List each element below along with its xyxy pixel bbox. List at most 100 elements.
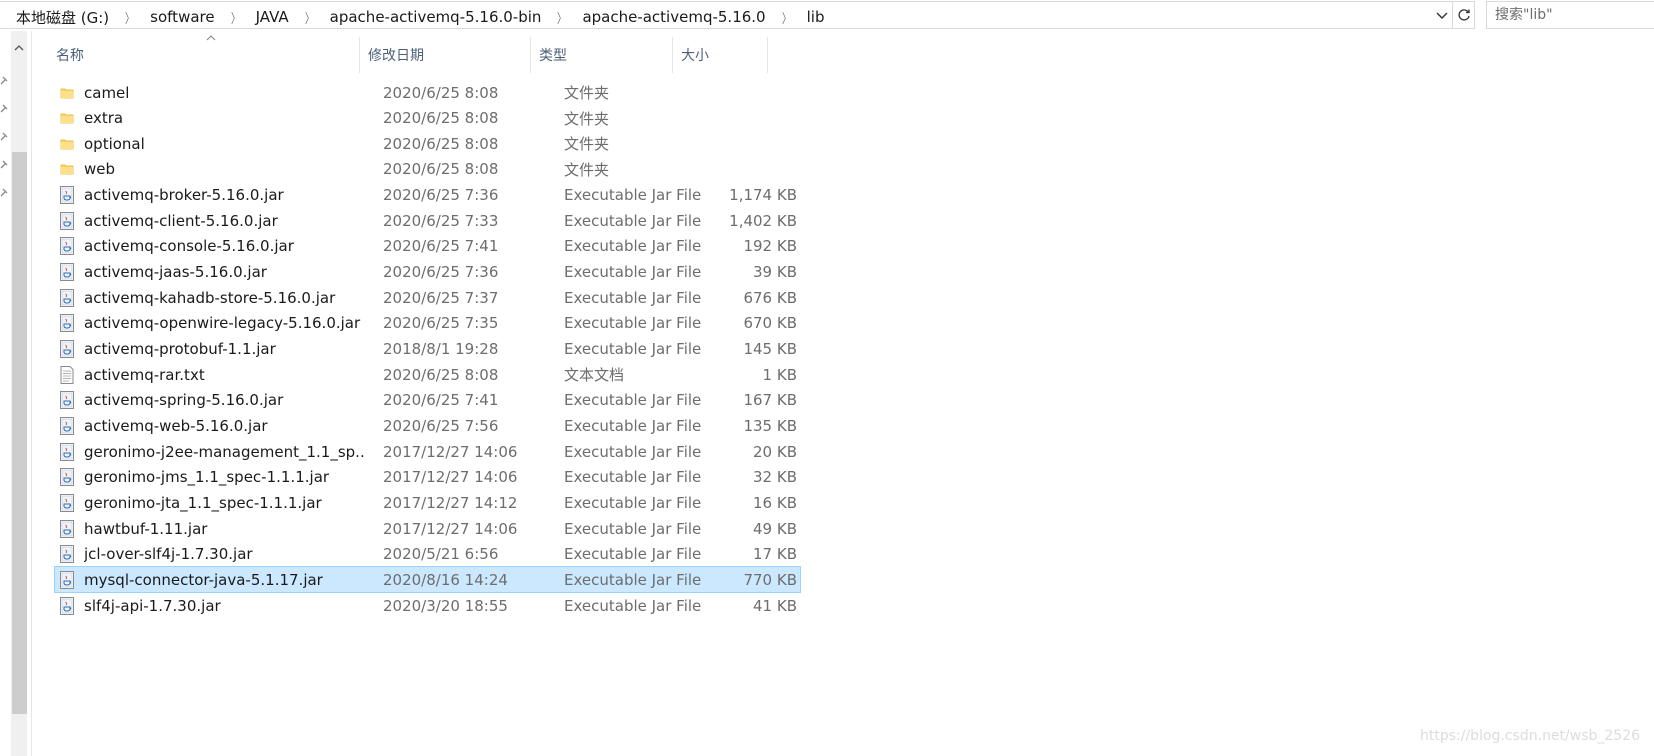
file-row-selected[interactable]: mysql-connector-java-5.1.17.jar 2020/8/16… — [54, 566, 801, 594]
file-row[interactable]: jcl-over-slf4j-1.7.30.jar 2020/5/21 6:56 E… — [54, 541, 801, 568]
file-name: activemq-client-5.16.0.jar — [84, 211, 278, 230]
breadcrumb-java[interactable]: JAVA — [256, 8, 289, 26]
breadcrumb-activemq[interactable]: apache-activemq-5.16.0 — [582, 8, 765, 26]
breadcrumb-drive[interactable]: 本地磁盘 (G:) — [16, 7, 109, 28]
jar-file-icon — [58, 413, 76, 438]
jar-file-icon — [58, 260, 76, 285]
file-size: 1 KB — [762, 365, 797, 384]
file-modified-date: 2020/6/25 7:41 — [383, 237, 499, 256]
file-row[interactable]: geronimo-jms_1.1_spec-1.1.1.jar 2017/12/2… — [54, 464, 801, 491]
file-modified-date: 2020/3/20 18:55 — [383, 596, 508, 615]
file-row[interactable]: activemq-rar.txt 2020/6/25 8:08 文本文档 1 KB — [54, 361, 801, 388]
file-name: activemq-kahadb-store-5.16.0.jar — [84, 288, 336, 307]
file-row[interactable]: activemq-web-5.16.0.jar 2020/6/25 7:56 Exe… — [54, 412, 801, 439]
file-row[interactable]: slf4j-api-1.7.30.jar 2020/3/20 18:55 Execu… — [54, 592, 801, 619]
file-row[interactable]: activemq-console-5.16.0.jar 2020/6/25 7:4… — [54, 233, 801, 260]
file-type: 文件夹 — [564, 84, 610, 102]
file-size: 20 KB — [753, 442, 797, 461]
navigation-scrollbar-thumb[interactable] — [12, 152, 27, 714]
file-name: optional — [84, 134, 145, 153]
refresh-button[interactable] — [1453, 1, 1475, 29]
breadcrumb-software[interactable]: software — [150, 8, 214, 26]
breadcrumb-separator-icon[interactable]: 〉 — [305, 8, 314, 27]
file-name: extra — [84, 109, 124, 128]
file-type: 文件夹 — [564, 135, 610, 154]
column-header-date[interactable]: 修改日期 — [360, 37, 531, 73]
file-size: 32 KB — [753, 468, 797, 487]
file-size: 41 KB — [753, 596, 797, 615]
file-row[interactable]: hawtbuf-1.11.jar 2017/12/27 14:06 Executab… — [54, 515, 801, 542]
file-type: Executable Jar File — [564, 211, 702, 230]
file-size: 670 KB — [743, 314, 797, 333]
file-name: activemq-openwire-legacy-5.16.0.jar — [84, 314, 361, 333]
file-row[interactable]: web 2020/6/25 8:08 文件夹 — [54, 156, 801, 183]
file-type: Executable Jar File — [564, 186, 702, 205]
address-history-dropdown[interactable] — [1433, 6, 1451, 26]
file-row[interactable]: geronimo-j2ee-management_1.1_sp... 2017/1… — [54, 438, 801, 465]
file-row[interactable]: activemq-broker-5.16.0.jar 2020/6/25 7:36… — [54, 182, 801, 209]
search-box[interactable] — [1486, 1, 1654, 29]
watermark: https://blog.csdn.net/wsb_2526 — [1420, 728, 1641, 744]
file-type: Executable Jar File — [564, 391, 702, 410]
file-modified-date: 2017/12/27 14:06 — [383, 519, 518, 538]
scroll-up-button[interactable] — [11, 40, 27, 54]
file-row[interactable]: activemq-protobuf-1.1.jar 2018/8/1 19:28 E… — [54, 336, 801, 363]
column-header-type[interactable]: 类型 — [531, 37, 673, 73]
file-modified-date: 2020/6/25 7:56 — [383, 416, 499, 435]
file-name: mysql-connector-java-5.1.17.jar — [84, 570, 323, 589]
file-type: Executable Jar File — [564, 288, 702, 307]
file-name: activemq-protobuf-1.1.jar — [84, 340, 276, 358]
file-type: 文件夹 — [564, 109, 610, 128]
pane-divider — [31, 31, 32, 756]
file-row[interactable]: activemq-client-5.16.0.jar 2020/6/25 7:33… — [54, 207, 801, 234]
file-type: Executable Jar File — [564, 263, 702, 282]
file-size: 16 KB — [753, 493, 797, 512]
file-name: activemq-spring-5.16.0.jar — [84, 391, 284, 410]
file-row[interactable]: activemq-spring-5.16.0.jar 2020/6/25 7:41… — [54, 387, 801, 414]
file-modified-date: 2020/6/25 8:08 — [383, 160, 499, 179]
pin-icon — [0, 104, 8, 113]
breadcrumb-separator-icon[interactable]: 〉 — [125, 8, 134, 27]
folder-icon — [58, 106, 76, 131]
breadcrumb: 本地磁盘 (G:) 〉 software 〉 JAVA 〉 apache-act… — [16, 6, 824, 28]
file-size: 676 KB — [743, 288, 797, 307]
chevron-up-icon — [14, 44, 24, 50]
file-name: activemq-rar.txt — [84, 365, 205, 384]
file-modified-date: 2018/8/1 19:28 — [383, 340, 499, 358]
file-row[interactable]: extra 2020/6/25 8:08 文件夹 — [54, 105, 801, 132]
file-name: geronimo-jta_1.1_spec-1.1.1.jar — [84, 493, 322, 512]
file-size: 145 KB — [743, 340, 797, 358]
pin-icon — [0, 76, 8, 85]
pin-icon — [0, 132, 8, 141]
file-type: 文本文档 — [564, 366, 625, 385]
column-header-size[interactable]: 大小 — [673, 37, 768, 73]
file-type: Executable Jar File — [564, 519, 702, 538]
breadcrumb-separator-icon[interactable]: 〉 — [782, 8, 791, 27]
file-size: 39 KB — [753, 263, 797, 282]
jar-file-icon — [58, 465, 76, 490]
file-name: slf4j-api-1.7.30.jar — [84, 596, 221, 615]
folder-icon — [58, 80, 76, 105]
pin-icon — [0, 188, 8, 197]
file-row[interactable]: camel 2020/6/25 8:08 文件夹 — [54, 79, 801, 106]
breadcrumb-separator-icon[interactable]: 〉 — [557, 8, 566, 27]
file-modified-date: 2020/6/25 7:37 — [383, 288, 499, 307]
file-row[interactable]: activemq-jaas-5.16.0.jar 2020/6/25 7:36 Ex… — [54, 259, 801, 286]
file-row[interactable]: activemq-kahadb-store-5.16.0.jar 2020/6/2… — [54, 284, 801, 311]
file-row[interactable]: optional 2020/6/25 8:08 文件夹 — [54, 130, 801, 157]
folder-icon — [58, 157, 76, 182]
file-row[interactable]: geronimo-jta_1.1_spec-1.1.1.jar 2017/12/2… — [54, 489, 801, 516]
address-bar[interactable]: 本地磁盘 (G:) 〉 software 〉 JAVA 〉 apache-act… — [0, 1, 1453, 29]
breadcrumb-lib[interactable]: lib — [807, 8, 825, 26]
file-modified-date: 2020/6/25 7:36 — [383, 186, 499, 205]
file-type: Executable Jar File — [564, 493, 702, 512]
file-row[interactable]: activemq-openwire-legacy-5.16.0.jar 2020/… — [54, 310, 801, 337]
jar-file-icon — [58, 208, 76, 233]
breadcrumb-separator-icon[interactable]: 〉 — [231, 8, 240, 27]
column-header-name[interactable]: 名称 — [48, 37, 360, 73]
file-type: Executable Jar File — [564, 570, 702, 589]
file-type: Executable Jar File — [564, 545, 702, 564]
file-size: 49 KB — [753, 519, 797, 538]
search-input[interactable] — [1495, 3, 1654, 27]
breadcrumb-activemq-bin[interactable]: apache-activemq-5.16.0-bin — [330, 8, 542, 26]
